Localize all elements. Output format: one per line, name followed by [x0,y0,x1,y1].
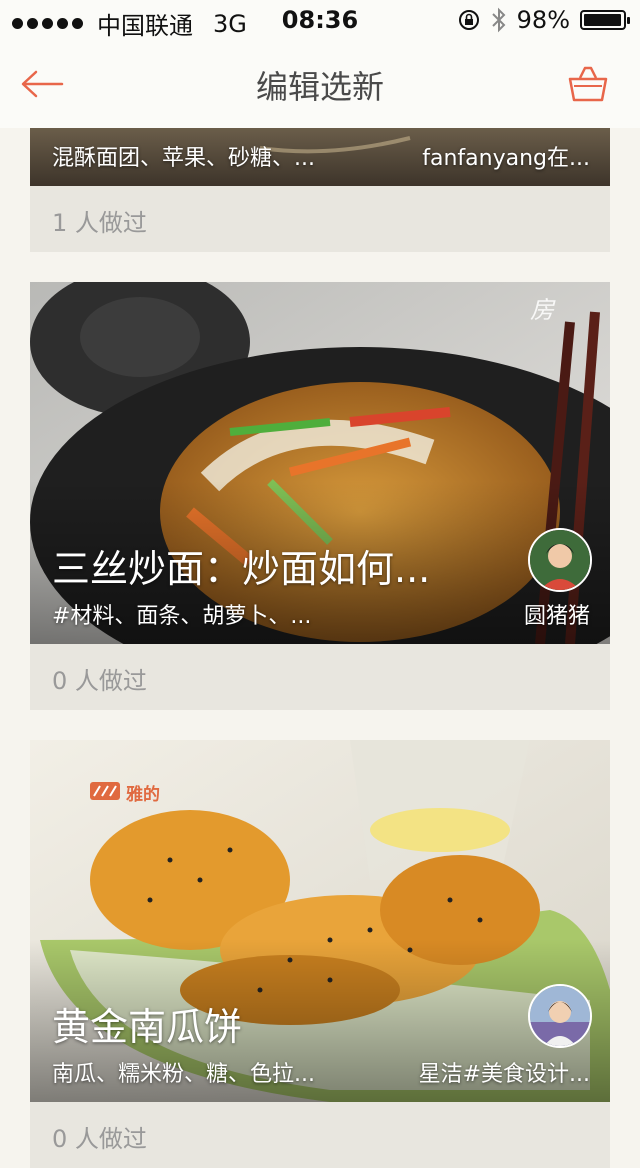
recipe-author[interactable]: 星洁#美食设计... [419,1056,590,1088]
recipe-author[interactable]: 圆猪猪 [524,598,590,630]
recipe-author[interactable]: fanfanyang在... [422,140,590,172]
photo-watermark: 房 [530,296,554,324]
orientation-lock-icon [458,10,479,30]
made-count: 0 人做过 [52,667,147,695]
basket-icon [568,66,608,102]
brand-logo-icon [90,782,120,800]
recipe-ingredients: 混酥面团、苹果、砂糖、... [52,146,315,171]
battery-level-fill [584,14,621,26]
recipe-ingredients: 南瓜、糯米粉、糖、色拉... [52,1062,315,1087]
author-avatar[interactable] [528,528,592,592]
shopping-basket-button[interactable] [566,62,610,106]
recipe-title: 黄金南瓜饼 [52,1005,243,1049]
recipe-ingredients: #材料、面条、胡萝卜、... [52,604,312,629]
brand-logo-text: 雅的 [126,785,160,805]
made-count-bar: 0 人做过 [30,1102,610,1168]
made-count: 1 人做过 [52,209,147,237]
battery-percent: 98% [516,6,570,34]
recipe-title: 三丝炒面：炒面如何... [52,547,431,591]
author-avatar[interactable] [528,984,592,1048]
made-count-bar: 1 人做过 [30,186,610,252]
navigation-bar: 编辑选新 [0,40,640,128]
page-title: 编辑选新 [255,68,384,106]
battery-icon [580,10,630,30]
made-count-bar: 0 人做过 [30,644,610,710]
bluetooth-icon [491,7,506,33]
made-count: 0 人做过 [52,1125,147,1153]
status-bar: 中国联通 3G 08:36 98% [0,0,640,40]
